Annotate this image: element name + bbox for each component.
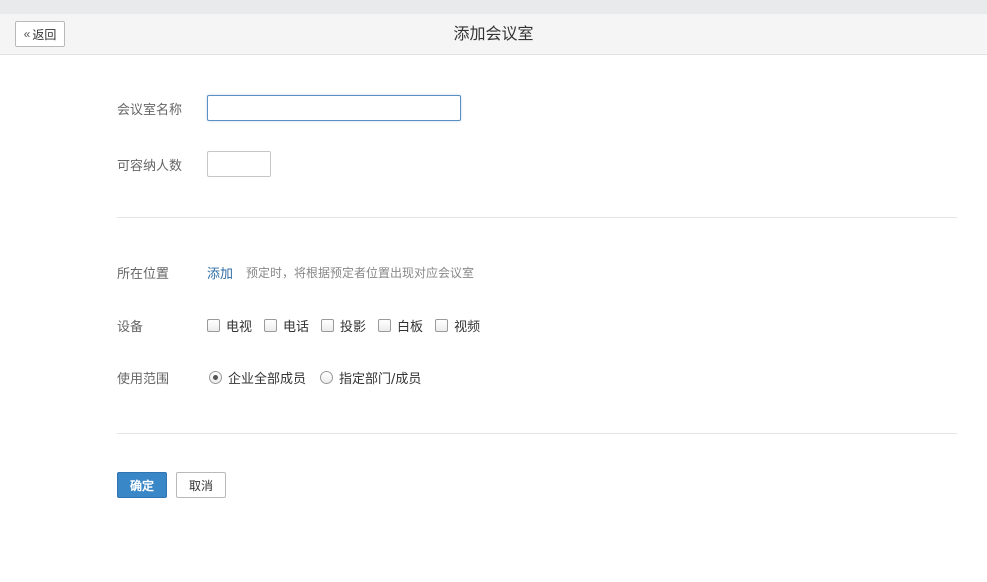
back-button[interactable]: « 返回 bbox=[15, 21, 65, 47]
section-divider bbox=[117, 217, 957, 218]
add-location-link[interactable]: 添加 bbox=[207, 263, 233, 282]
scope-option-label: 指定部门/成员 bbox=[339, 371, 422, 387]
page-title: 添加会议室 bbox=[453, 24, 534, 43]
radio-button[interactable] bbox=[209, 370, 222, 384]
capacity-label: 可容纳人数 bbox=[117, 158, 183, 174]
equipment-option-projector[interactable]: 投影 bbox=[321, 316, 366, 335]
confirm-button[interactable]: 确定 bbox=[117, 472, 167, 498]
equipment-option-label: 白板 bbox=[397, 319, 424, 335]
location-hint: 预定时，将根据预定者位置出现对应会议室 bbox=[246, 265, 475, 280]
radio-button[interactable] bbox=[320, 370, 334, 384]
scope-option-all-members[interactable]: 企业全部成员 bbox=[209, 368, 306, 387]
window-top-strip bbox=[0, 0, 987, 14]
equipment-option-video[interactable]: 视频 bbox=[435, 316, 480, 335]
scope-label: 使用范围 bbox=[117, 371, 170, 387]
location-label: 所在位置 bbox=[117, 266, 170, 282]
form-row-equipment: 设备 电视 电话 投影 白板 视频 bbox=[117, 315, 492, 335]
section-divider bbox=[117, 433, 957, 434]
checkbox[interactable] bbox=[207, 318, 220, 332]
checkbox[interactable] bbox=[435, 318, 449, 332]
form-row-name: 会议室名称 bbox=[117, 95, 461, 121]
equipment-option-label: 视频 bbox=[454, 319, 481, 335]
form-row-capacity: 可容纳人数 bbox=[117, 151, 271, 177]
scope-option-label: 企业全部成员 bbox=[228, 371, 307, 387]
page-header: 添加会议室 « 返回 bbox=[0, 14, 987, 55]
form-row-location: 所在位置 添加 预定时，将根据预定者位置出现对应会议室 bbox=[117, 262, 474, 282]
checkbox[interactable] bbox=[321, 318, 335, 332]
equipment-label: 设备 bbox=[117, 319, 144, 335]
room-name-label: 会议室名称 bbox=[117, 102, 183, 118]
checkbox[interactable] bbox=[378, 318, 392, 332]
cancel-button[interactable]: 取消 bbox=[176, 472, 226, 498]
checkbox[interactable] bbox=[264, 318, 278, 332]
back-button-label: 返回 bbox=[32, 27, 57, 42]
equipment-option-label: 电视 bbox=[226, 319, 253, 335]
double-chevron-left-icon: « bbox=[23, 27, 31, 41]
capacity-input[interactable] bbox=[207, 151, 271, 177]
equipment-option-whiteboard[interactable]: 白板 bbox=[378, 316, 423, 335]
equipment-option-label: 电话 bbox=[283, 319, 310, 335]
equipment-option-label: 投影 bbox=[340, 319, 367, 335]
equipment-option-phone[interactable]: 电话 bbox=[264, 316, 309, 335]
equipment-option-tv[interactable]: 电视 bbox=[207, 316, 252, 335]
form-row-scope: 使用范围 企业全部成员 指定部门/成员 bbox=[117, 367, 435, 387]
scope-option-specified[interactable]: 指定部门/成员 bbox=[320, 368, 421, 387]
room-name-input[interactable] bbox=[207, 95, 461, 121]
